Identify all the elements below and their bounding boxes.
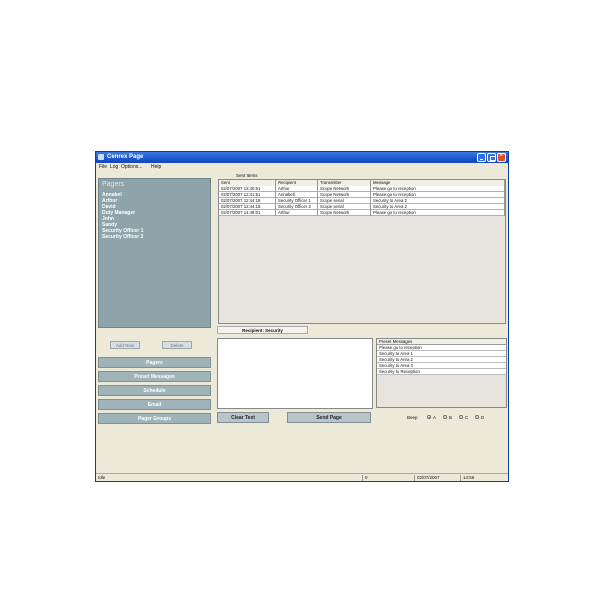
nav-preset-messages[interactable]: Preset Messages <box>98 371 211 382</box>
nav-pagers[interactable]: Pagers <box>98 357 211 368</box>
menu-options[interactable]: Options... <box>121 164 142 170</box>
cell-message: Please go to reception <box>371 210 505 216</box>
message-textarea[interactable] <box>217 338 373 409</box>
window-title: Cenrex Page <box>107 154 144 160</box>
close-button[interactable] <box>497 152 506 162</box>
nav-pager-groups[interactable]: Pager Groups <box>98 413 211 424</box>
pagers-panel: Pagers Annabel Arthur David Duty Manager… <box>98 178 211 328</box>
menu-log[interactable]: Log <box>110 164 118 170</box>
status-count: 0 <box>362 475 412 481</box>
nav-schedule[interactable]: Schedule <box>98 385 211 396</box>
menu-file[interactable]: File <box>99 164 107 170</box>
status-state: Idle <box>98 475 106 480</box>
maximize-button[interactable] <box>487 153 496 162</box>
beep-option-c-label: C <box>465 415 469 420</box>
beep-option-d-label: D <box>481 415 485 420</box>
title-bar[interactable]: Cenrex Page <box>96 152 508 163</box>
cell-sent: 02/07/2007 14:48:01 <box>219 210 276 216</box>
sent-items-table[interactable]: Sent Recipient Transmitter Message 02/07… <box>218 179 506 324</box>
app-window: Cenrex Page File Log Options... Help Sen… <box>95 151 509 482</box>
recipient-label: Recipient: Security <box>217 326 308 334</box>
send-page-button[interactable]: Send Page <box>287 412 371 423</box>
preset-messages-list[interactable]: Preset Messages Please go to reception S… <box>376 338 507 408</box>
preset-message-item[interactable]: Security to Reception <box>377 369 506 375</box>
beep-option-b-label: B <box>449 415 453 420</box>
status-date: 02/07/2007 <box>414 475 458 481</box>
menu-bar: File Log Options... Help <box>96 163 508 170</box>
beep-radio-a[interactable] <box>427 415 431 419</box>
menu-help[interactable]: Help <box>151 164 161 170</box>
status-bar: Idle 0 02/07/2007 14:56 <box>96 473 508 481</box>
cell-recipient: Arthur <box>276 210 318 216</box>
pager-item[interactable]: Security Officer 2 <box>102 234 143 240</box>
nav-email[interactable]: Email <box>98 399 211 410</box>
beep-radio-d[interactable] <box>475 415 479 419</box>
clear-text-button[interactable]: Clear Text <box>217 412 269 423</box>
minimize-button[interactable] <box>477 153 486 162</box>
app-icon <box>98 154 104 160</box>
status-time: 14:56 <box>460 475 506 481</box>
sent-items-label: Sent Items <box>236 173 258 178</box>
add-new-button[interactable]: Add New <box>110 341 140 349</box>
cell-transmitter: Scope Network <box>318 210 371 216</box>
beep-option-a-label: A <box>433 415 437 420</box>
beep-radio-b[interactable] <box>443 415 447 419</box>
beep-label: Beep <box>407 415 418 420</box>
beep-radio-c[interactable] <box>459 415 463 419</box>
delete-button[interactable]: Delete <box>162 341 192 349</box>
table-row[interactable]: 02/07/2007 14:48:01 Arthur Scope Network… <box>219 210 505 216</box>
pagers-header: Pagers <box>102 181 125 188</box>
